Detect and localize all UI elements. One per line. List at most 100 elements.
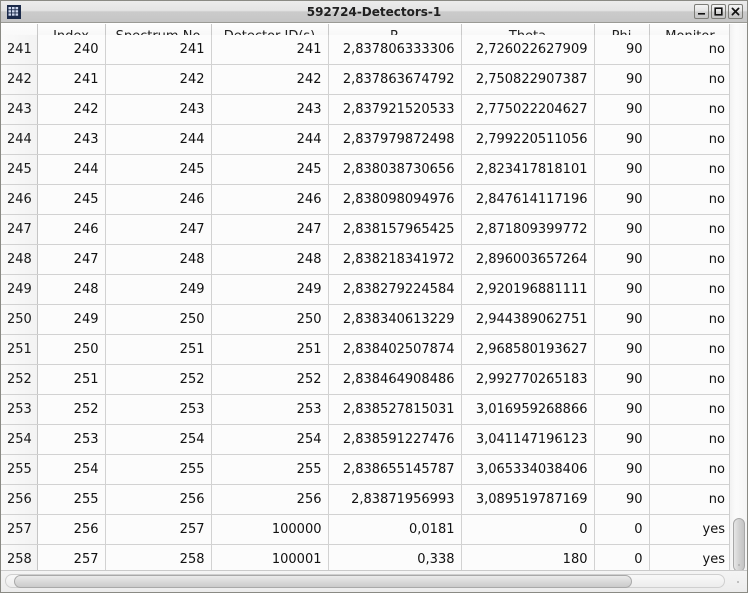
cell-spectrum_no[interactable]: 245: [105, 154, 211, 184]
cell-index[interactable]: 254: [37, 454, 105, 484]
cell-spectrum_no[interactable]: 248: [105, 244, 211, 274]
cell-r[interactable]: 0,338: [328, 544, 461, 570]
table-row[interactable]: 2582572581000010,3381800yes: [1, 544, 729, 570]
cell-index[interactable]: 247: [37, 244, 105, 274]
cell-theta[interactable]: 2,823417818101: [461, 154, 594, 184]
cell-monitor[interactable]: no: [649, 124, 729, 154]
cell-phi[interactable]: 90: [594, 484, 649, 514]
row-header-cell[interactable]: 249: [1, 274, 37, 304]
table-row[interactable]: 2552542552552,8386551457873,065334038406…: [1, 454, 729, 484]
cell-theta[interactable]: 180: [461, 544, 594, 570]
row-header-cell[interactable]: 258: [1, 544, 37, 570]
row-header-cell[interactable]: 246: [1, 184, 37, 214]
cell-detector_ids[interactable]: 256: [211, 484, 328, 514]
cell-spectrum_no[interactable]: 251: [105, 334, 211, 364]
table-viewport[interactable]: IndexSpectrum NoDetector ID(s)RThetaPhiM…: [1, 24, 729, 570]
cell-phi[interactable]: 90: [594, 124, 649, 154]
cell-theta[interactable]: 3,016959268866: [461, 394, 594, 424]
cell-monitor[interactable]: no: [649, 214, 729, 244]
row-header-cell[interactable]: 244: [1, 124, 37, 154]
cell-monitor[interactable]: no: [649, 244, 729, 274]
row-header-cell[interactable]: 250: [1, 304, 37, 334]
cell-detector_ids[interactable]: 248: [211, 244, 328, 274]
cell-index[interactable]: 242: [37, 94, 105, 124]
cell-theta[interactable]: 3,089519787169: [461, 484, 594, 514]
cell-r[interactable]: 2,838098094976: [328, 184, 461, 214]
cell-monitor[interactable]: no: [649, 364, 729, 394]
table-row[interactable]: 2462452462462,8380980949762,847614117196…: [1, 184, 729, 214]
cell-r[interactable]: 2,83871956993: [328, 484, 461, 514]
row-header-cell[interactable]: 241: [1, 34, 37, 64]
close-button[interactable]: [728, 4, 743, 19]
row-header-cell[interactable]: 251: [1, 334, 37, 364]
cell-phi[interactable]: 0: [594, 514, 649, 544]
cell-phi[interactable]: 90: [594, 454, 649, 484]
cell-monitor[interactable]: no: [649, 34, 729, 64]
cell-theta[interactable]: 2,871809399772: [461, 214, 594, 244]
cell-phi[interactable]: 90: [594, 274, 649, 304]
cell-spectrum_no[interactable]: 250: [105, 304, 211, 334]
cell-detector_ids[interactable]: 252: [211, 364, 328, 394]
cell-detector_ids[interactable]: 244: [211, 124, 328, 154]
cell-monitor[interactable]: no: [649, 454, 729, 484]
row-header-cell[interactable]: 256: [1, 484, 37, 514]
cell-detector_ids[interactable]: 246: [211, 184, 328, 214]
cell-detector_ids[interactable]: 254: [211, 424, 328, 454]
row-header-cell[interactable]: 257: [1, 514, 37, 544]
row-header-cell[interactable]: 243: [1, 94, 37, 124]
cell-r[interactable]: 2,838279224584: [328, 274, 461, 304]
maximize-button[interactable]: [711, 4, 726, 19]
cell-spectrum_no[interactable]: 246: [105, 184, 211, 214]
cell-spectrum_no[interactable]: 244: [105, 124, 211, 154]
cell-detector_ids[interactable]: 245: [211, 154, 328, 184]
cell-detector_ids[interactable]: 251: [211, 334, 328, 364]
cell-index[interactable]: 253: [37, 424, 105, 454]
cell-monitor[interactable]: no: [649, 94, 729, 124]
cell-monitor[interactable]: no: [649, 64, 729, 94]
cell-r[interactable]: 2,838340613229: [328, 304, 461, 334]
cell-monitor[interactable]: no: [649, 304, 729, 334]
table-row[interactable]: 2532522532532,8385278150313,016959268866…: [1, 394, 729, 424]
cell-r[interactable]: 2,838527815031: [328, 394, 461, 424]
cell-phi[interactable]: 90: [594, 64, 649, 94]
table-row[interactable]: 2432422432432,8379215205332,775022204627…: [1, 94, 729, 124]
cell-detector_ids[interactable]: 100000: [211, 514, 328, 544]
cell-detector_ids[interactable]: 247: [211, 214, 328, 244]
cell-theta[interactable]: 2,750822907387: [461, 64, 594, 94]
cell-index[interactable]: 248: [37, 274, 105, 304]
cell-monitor[interactable]: no: [649, 274, 729, 304]
table-row[interactable]: 2572562571000000,018100yes: [1, 514, 729, 544]
cell-detector_ids[interactable]: 250: [211, 304, 328, 334]
cell-detector_ids[interactable]: 255: [211, 454, 328, 484]
vertical-scrollbar[interactable]: [729, 24, 747, 570]
table-row[interactable]: 2412402412412,8378063333062,726022627909…: [1, 34, 729, 64]
row-header-cell[interactable]: 248: [1, 244, 37, 274]
cell-r[interactable]: 2,837806333306: [328, 34, 461, 64]
cell-monitor[interactable]: yes: [649, 514, 729, 544]
cell-theta[interactable]: 3,041147196123: [461, 424, 594, 454]
cell-monitor[interactable]: no: [649, 154, 729, 184]
cell-detector_ids[interactable]: 253: [211, 394, 328, 424]
cell-spectrum_no[interactable]: 249: [105, 274, 211, 304]
row-header-cell[interactable]: 247: [1, 214, 37, 244]
table-row[interactable]: 2512502512512,8384025078742,968580193627…: [1, 334, 729, 364]
cell-r[interactable]: 2,837921520533: [328, 94, 461, 124]
row-header-cell[interactable]: 245: [1, 154, 37, 184]
cell-theta[interactable]: 2,944389062751: [461, 304, 594, 334]
cell-phi[interactable]: 90: [594, 394, 649, 424]
cell-r[interactable]: 2,838464908486: [328, 364, 461, 394]
cell-index[interactable]: 251: [37, 364, 105, 394]
cell-index[interactable]: 250: [37, 334, 105, 364]
cell-index[interactable]: 244: [37, 154, 105, 184]
cell-phi[interactable]: 90: [594, 244, 649, 274]
cell-spectrum_no[interactable]: 257: [105, 514, 211, 544]
cell-phi[interactable]: 90: [594, 364, 649, 394]
cell-spectrum_no[interactable]: 241: [105, 34, 211, 64]
cell-monitor[interactable]: no: [649, 424, 729, 454]
cell-index[interactable]: 252: [37, 394, 105, 424]
cell-detector_ids[interactable]: 242: [211, 64, 328, 94]
window-titlebar[interactable]: 592724-Detectors-1: [1, 1, 747, 23]
cell-index[interactable]: 249: [37, 304, 105, 334]
cell-theta[interactable]: 3,065334038406: [461, 454, 594, 484]
table-row[interactable]: 2442432442442,8379798724982,799220511056…: [1, 124, 729, 154]
